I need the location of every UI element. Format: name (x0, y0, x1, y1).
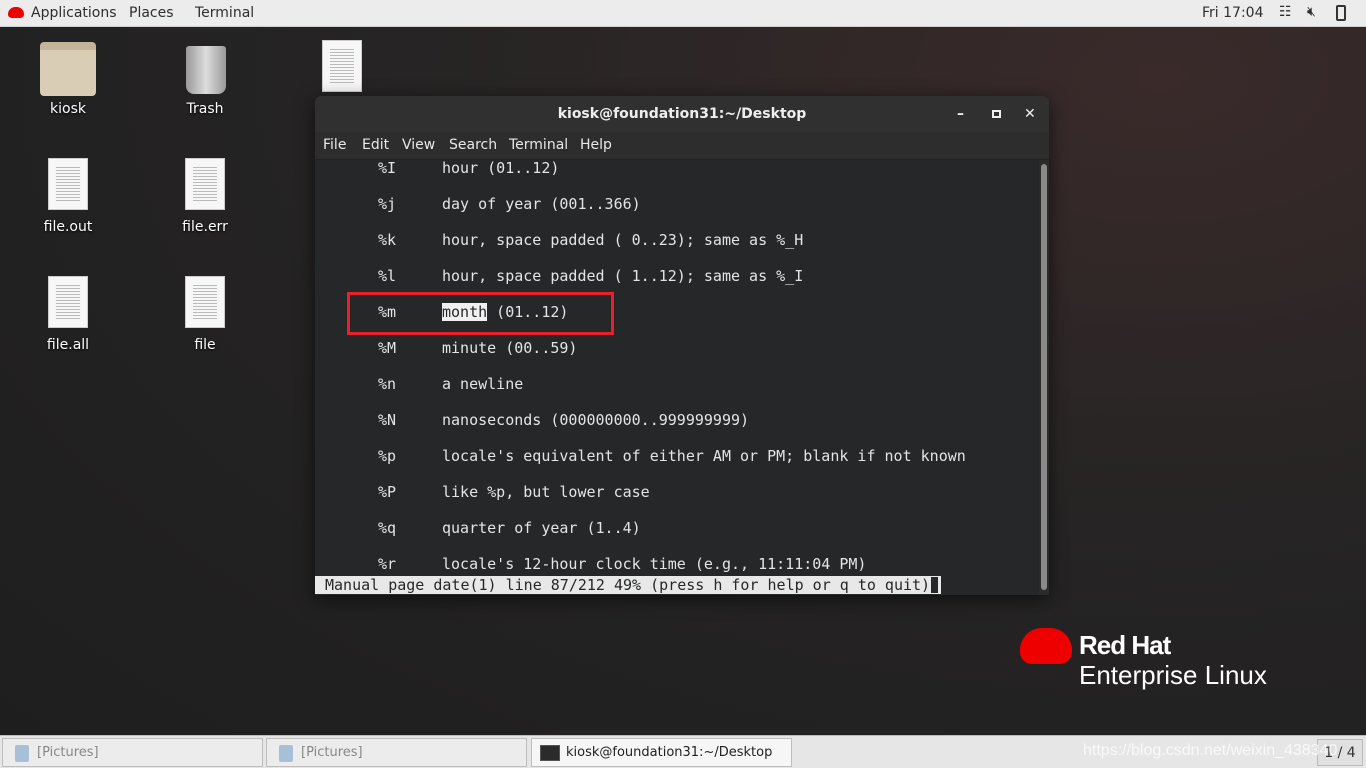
status-text: Manual page date(1) line 87/212 49% (pre… (325, 576, 931, 594)
man-row: %P like %p, but lower case (315, 483, 1015, 503)
man-row: %r locale's 12-hour clock time (e.g., 11:… (315, 555, 1015, 575)
format-code: %p (378, 447, 397, 465)
watermark: https://blog.csdn.net/weixin_438340 (1083, 742, 1338, 759)
text-file-icon (48, 158, 88, 210)
format-code: %j (378, 195, 397, 213)
format-desc: locale's 12-hour clock time (e.g., 11:11… (442, 555, 866, 573)
desc-text: like %p, but lower case (442, 483, 650, 501)
man-row: %n a newline (315, 375, 1015, 395)
text-file-icon (185, 158, 225, 210)
file-manager-icon (15, 745, 29, 762)
format-code: %q (378, 519, 397, 537)
format-code: %l (378, 267, 397, 285)
format-desc: hour (01..12) (442, 159, 559, 177)
network-icon[interactable]: ☷ (1279, 4, 1292, 20)
icon-label: file.all (46, 337, 90, 353)
format-code: %I (378, 159, 397, 177)
icon-label: Trash (186, 101, 224, 117)
clock[interactable]: Fri 17:04 (1202, 5, 1263, 21)
terminal-app-menu[interactable]: Terminal (195, 5, 254, 21)
icon-label: file.out (43, 219, 93, 235)
task-label: kiosk@foundation31:~/Desktop (566, 745, 773, 760)
task-label: [Pictures] (37, 745, 99, 760)
format-desc: hour, space padded ( 1..12); same as %_I (442, 267, 803, 285)
format-code: %k (378, 231, 397, 249)
format-code: %r (378, 555, 397, 573)
man-row: %p locale's equivalent of either AM or PM… (315, 447, 1015, 467)
close-icon[interactable]: ✕ (1024, 96, 1036, 132)
redhat-logo-icon (8, 7, 24, 18)
red-annotation-box (347, 292, 614, 335)
man-row: %j day of year (001..366) (315, 195, 1015, 215)
man-row: %q quarter of year (1..4) (315, 519, 1015, 539)
pager-status-line: Manual page date(1) line 87/212 49% (pre… (315, 576, 942, 594)
man-row: %M minute (00..59) (315, 339, 1015, 359)
menu-file[interactable]: File (323, 137, 346, 153)
desc-text: hour, space padded ( 1..12); same as %_I (442, 267, 804, 285)
menu-terminal[interactable]: Terminal (509, 137, 568, 153)
man-row: %N nanoseconds (000000000..999999999) (315, 411, 1015, 431)
text-file-icon (185, 276, 225, 328)
desc-text: hour (01..12) (442, 159, 560, 177)
menu-edit[interactable]: Edit (362, 137, 389, 153)
task-pictures-2[interactable]: [Pictures] (266, 738, 527, 767)
format-desc: locale's equivalent of either AM or PM; … (442, 447, 966, 465)
format-desc: a newline (442, 375, 523, 393)
minimize-icon[interactable]: – (957, 96, 964, 132)
trash-icon (186, 46, 226, 94)
menu-help[interactable]: Help (580, 137, 612, 153)
man-row: %I hour (01..12) (315, 159, 1015, 179)
desc-text: hour, space padded ( 0..23); same as %_H (442, 231, 804, 249)
format-desc: nanoseconds (000000000..999999999) (442, 411, 749, 429)
format-code: %P (378, 483, 397, 501)
scrollbar[interactable] (1041, 164, 1047, 590)
home-folder-icon (40, 42, 96, 96)
menu-search[interactable]: Search (449, 137, 497, 153)
man-row: %l hour, space padded ( 1..12); same as %… (315, 267, 1015, 287)
format-code: %n (378, 375, 397, 393)
places-menu[interactable]: Places (129, 5, 174, 21)
desc-text: a newline (442, 375, 524, 393)
desc-text: locale's 12-hour clock time (e.g., 11:11… (442, 555, 867, 573)
format-desc: minute (00..59) (442, 339, 577, 357)
applications-menu[interactable]: Applications (31, 5, 117, 21)
format-desc: like %p, but lower case (442, 483, 650, 501)
task-pictures-1[interactable]: [Pictures] (2, 738, 263, 767)
format-desc: hour, space padded ( 0..23); same as %_H (442, 231, 803, 249)
task-label: [Pictures] (301, 745, 363, 760)
desc-text: locale's equivalent of either AM or PM; … (442, 447, 966, 465)
desc-text: minute (00..59) (442, 339, 578, 357)
taskbar: [Pictures] [Pictures] kiosk@foundation31… (0, 735, 1366, 768)
cursor (930, 576, 940, 594)
format-desc: quarter of year (1..4) (442, 519, 641, 537)
icon-label: file.err (182, 219, 228, 235)
format-code: %M (378, 339, 397, 357)
brand-line2: Enterprise Linux (1079, 660, 1267, 690)
terminal-icon (540, 745, 560, 761)
window-title: kiosk@foundation31:~/Desktop (557, 106, 807, 122)
maximize-icon[interactable] (992, 110, 1001, 118)
icon-label: kiosk (50, 101, 86, 117)
terminal-window: kiosk@foundation31:~/Desktop – ✕ File Ed… (315, 96, 1049, 595)
redhat-hat-logo (1020, 628, 1072, 664)
desc-text: nanoseconds (000000000..999999999) (442, 411, 750, 429)
top-bar: Applications Places Terminal Fri 17:04 ☷… (0, 0, 1366, 27)
format-code: %N (378, 411, 397, 429)
battery-icon[interactable] (1336, 5, 1346, 21)
desc-text: day of year (001..366) (442, 195, 641, 213)
text-file-icon (48, 276, 88, 328)
task-terminal[interactable]: kiosk@foundation31:~/Desktop (531, 738, 792, 767)
file-manager-icon (279, 745, 293, 762)
volume-muted-icon[interactable]: 🔇︎ (1307, 4, 1316, 20)
menu-view[interactable]: View (402, 137, 435, 153)
window-titlebar[interactable]: kiosk@foundation31:~/Desktop – ✕ (315, 96, 1049, 132)
menu-bar: File Edit View Search Terminal Help (315, 132, 1049, 160)
desc-text: quarter of year (1..4) (442, 519, 641, 537)
man-row: %k hour, space padded ( 0..23); same as %… (315, 231, 1015, 251)
terminal-content[interactable]: %I hour (01..12) %j day of year (001..366)%… (315, 159, 1039, 595)
brand-line1: Red Hat (1079, 630, 1171, 660)
text-file-icon[interactable] (322, 40, 362, 92)
format-desc: day of year (001..366) (442, 195, 641, 213)
icon-label: file (194, 337, 216, 353)
